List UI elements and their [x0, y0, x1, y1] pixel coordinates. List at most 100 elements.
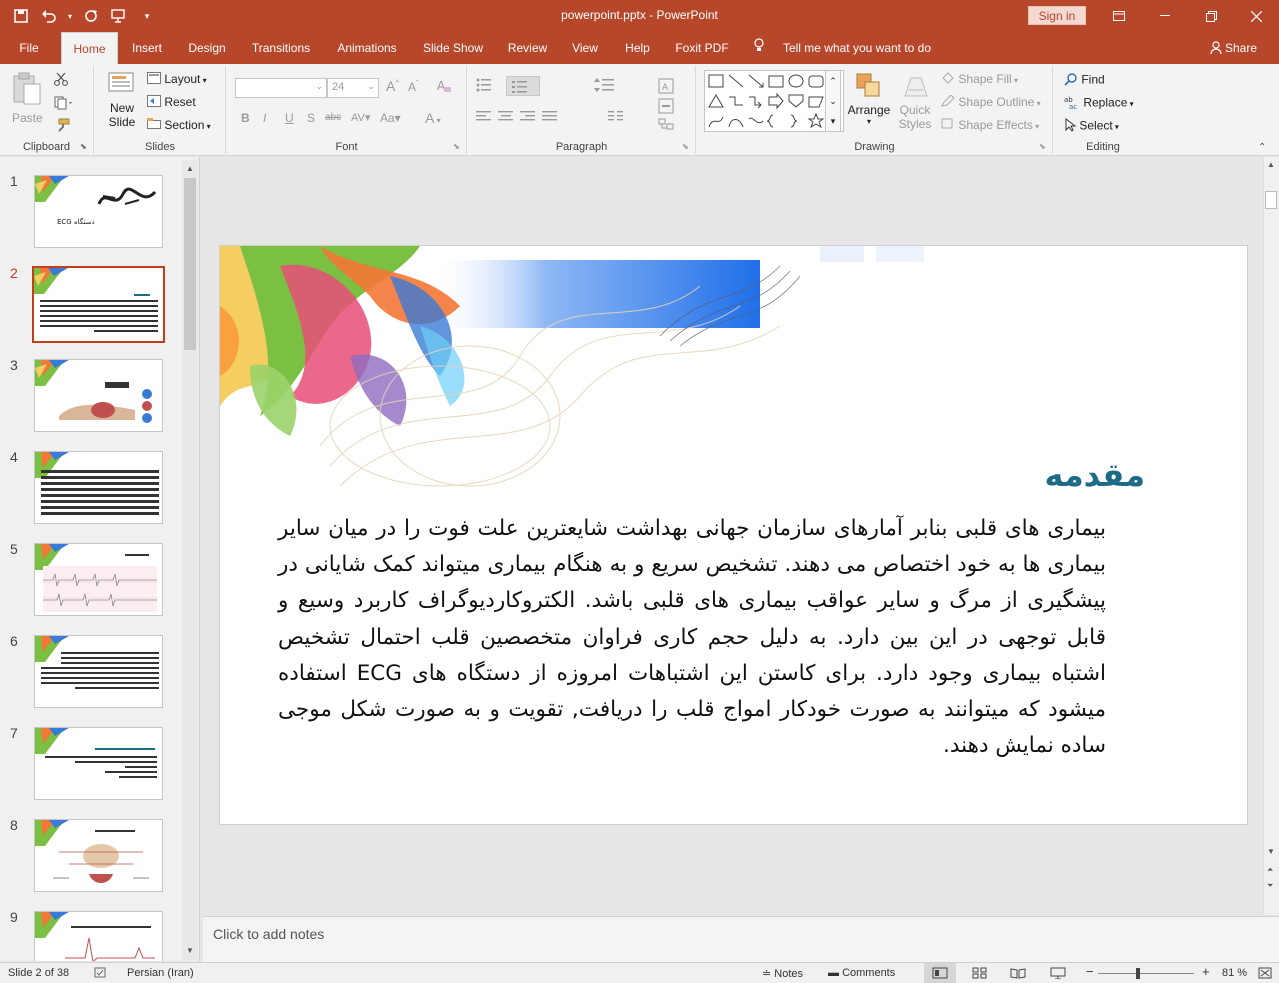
- scroll-thumb[interactable]: [1265, 191, 1277, 209]
- bold-icon[interactable]: B: [241, 111, 250, 125]
- increase-font-icon[interactable]: A^: [386, 78, 399, 94]
- quick-styles-button[interactable]: Quick Styles: [895, 72, 935, 131]
- collapse-ribbon-icon[interactable]: ⌃: [1258, 142, 1266, 153]
- slide-thumbnail-6[interactable]: [34, 635, 163, 708]
- drawing-launcher-icon[interactable]: ⬊: [1039, 142, 1046, 151]
- tab-animations[interactable]: Animations: [328, 32, 406, 64]
- tab-review[interactable]: Review: [500, 32, 555, 64]
- minimize-icon[interactable]: [1142, 0, 1188, 32]
- columns-icon[interactable]: [608, 111, 628, 126]
- paragraph-launcher-icon[interactable]: ⬊: [682, 142, 689, 151]
- cut-icon[interactable]: [54, 72, 68, 89]
- align-text-icon[interactable]: [658, 98, 676, 117]
- slide-thumbnail-9[interactable]: [34, 911, 163, 961]
- clear-formatting-icon[interactable]: A: [436, 78, 452, 97]
- comments-button[interactable]: ▬ Comments: [828, 967, 895, 979]
- notes-placeholder[interactable]: Click to add notes: [213, 926, 324, 942]
- paste-button[interactable]: Paste: [12, 72, 43, 125]
- thumbnail-scrollbar[interactable]: ▲ ▼: [182, 160, 198, 960]
- shape-effects-button[interactable]: Shape Effects ▾: [941, 118, 1039, 133]
- line-spacing-icon[interactable]: [594, 78, 620, 95]
- bullets-icon[interactable]: [476, 78, 498, 95]
- layout-button[interactable]: Layout ▾: [147, 72, 207, 87]
- slide-thumbnail-4[interactable]: [34, 451, 163, 524]
- align-center-icon[interactable]: [498, 111, 514, 126]
- find-button[interactable]: Find: [1064, 72, 1105, 89]
- next-slide-icon[interactable]: ⏷: [1267, 881, 1273, 891]
- section-button[interactable]: Section ▾: [147, 118, 211, 133]
- character-spacing-icon[interactable]: AV▾: [351, 111, 370, 124]
- scroll-thumb[interactable]: [184, 178, 196, 350]
- scroll-down-icon[interactable]: ▼: [186, 946, 194, 955]
- sign-in-button[interactable]: Sign in: [1028, 6, 1086, 25]
- current-slide[interactable]: مقدمه بیماری های قلبی بنابر آمارهای سازم…: [219, 245, 1248, 825]
- format-painter-icon[interactable]: [54, 118, 70, 135]
- ribbon-display-options-icon[interactable]: [1096, 0, 1142, 32]
- numbering-icon[interactable]: [506, 76, 540, 96]
- italic-icon[interactable]: I: [263, 111, 266, 125]
- notes-pane[interactable]: Click to add notes: [203, 916, 1279, 962]
- scroll-down-icon[interactable]: ▼: [1267, 847, 1275, 856]
- tab-insert[interactable]: Insert: [124, 32, 170, 64]
- slide-scrollbar[interactable]: ▲ ▼ ⏶ ⏷: [1263, 157, 1279, 915]
- zoom-slider[interactable]: [1098, 973, 1194, 974]
- replace-button[interactable]: ab ac Replace ▾: [1064, 95, 1134, 112]
- tell-me-search[interactable]: Tell me what you want to do: [778, 32, 936, 64]
- zoom-slider-thumb[interactable]: [1136, 968, 1140, 979]
- reading-view-icon[interactable]: [1010, 967, 1026, 982]
- zoom-in-icon[interactable]: +: [1202, 964, 1210, 979]
- font-color-icon[interactable]: A ▾: [425, 110, 441, 126]
- slide-heading[interactable]: مقدمه: [1044, 456, 1145, 494]
- slide-thumbnail-8[interactable]: [34, 819, 163, 892]
- decrease-font-icon[interactable]: Aˇ: [408, 79, 419, 94]
- reset-button[interactable]: Reset: [147, 95, 196, 110]
- clipboard-launcher-icon[interactable]: ⬊: [80, 142, 87, 151]
- slide-sorter-icon[interactable]: [972, 967, 988, 982]
- slide-body-text[interactable]: بیماری های قلبی بنابر آمارهای سازمان جها…: [278, 511, 1106, 764]
- shapes-more-icon[interactable]: ⌃ ⌄ ▾: [825, 70, 841, 132]
- fit-to-window-icon[interactable]: [1258, 967, 1272, 982]
- scroll-up-icon[interactable]: ▲: [186, 164, 194, 173]
- scroll-up-icon[interactable]: ▲: [1267, 160, 1275, 169]
- shapes-gallery[interactable]: [704, 70, 844, 132]
- normal-view-icon[interactable]: [924, 963, 956, 983]
- shadow-icon[interactable]: S: [307, 111, 315, 125]
- arrange-button[interactable]: Arrange ▾: [847, 72, 891, 126]
- tab-foxit-pdf[interactable]: Foxit PDF: [668, 32, 736, 64]
- change-case-icon[interactable]: Aa▾: [380, 111, 401, 125]
- zoom-level[interactable]: 81 %: [1222, 967, 1247, 979]
- tab-view[interactable]: View: [563, 32, 607, 64]
- align-left-icon[interactable]: [476, 111, 492, 126]
- notes-button[interactable]: ≐ Notes: [762, 967, 803, 980]
- zoom-out-icon[interactable]: −: [1086, 964, 1094, 979]
- slide-thumbnail-7[interactable]: [34, 727, 163, 800]
- tab-home[interactable]: Home: [61, 32, 118, 64]
- slide-thumbnail-2[interactable]: [32, 266, 165, 343]
- slide-thumbnail-1[interactable]: دستگاه ECG: [34, 175, 163, 248]
- share-button[interactable]: Share: [1210, 41, 1257, 57]
- close-icon[interactable]: [1233, 0, 1279, 32]
- select-button[interactable]: Select ▾: [1064, 117, 1119, 135]
- strikethrough-icon[interactable]: abc: [325, 112, 341, 123]
- shape-outline-button[interactable]: Shape Outline ▾: [941, 94, 1041, 110]
- tab-file[interactable]: File: [10, 32, 48, 64]
- align-right-icon[interactable]: [520, 111, 536, 126]
- text-direction-icon[interactable]: A: [658, 78, 676, 97]
- font-name-combo[interactable]: ⌄: [235, 78, 327, 98]
- copy-icon[interactable]: [54, 96, 74, 113]
- underline-icon[interactable]: U: [285, 111, 294, 125]
- font-size-combo[interactable]: 24 ⌄: [327, 78, 379, 98]
- slide-show-icon[interactable]: [1050, 967, 1066, 982]
- previous-slide-icon[interactable]: ⏶: [1267, 865, 1273, 875]
- tab-design[interactable]: Design: [180, 32, 234, 64]
- tab-transitions[interactable]: Transitions: [244, 32, 318, 64]
- restore-icon[interactable]: [1188, 0, 1234, 32]
- shape-fill-button[interactable]: Shape Fill ▾: [941, 72, 1018, 87]
- spellcheck-icon[interactable]: [94, 967, 108, 982]
- new-slide-button[interactable]: New Slide: [105, 72, 139, 129]
- slide-thumbnail-5[interactable]: [34, 543, 163, 616]
- justify-icon[interactable]: [542, 111, 558, 126]
- tab-slide-show[interactable]: Slide Show: [416, 32, 490, 64]
- slide-thumbnail-3[interactable]: [34, 359, 163, 432]
- convert-to-smartart-icon[interactable]: [658, 118, 676, 137]
